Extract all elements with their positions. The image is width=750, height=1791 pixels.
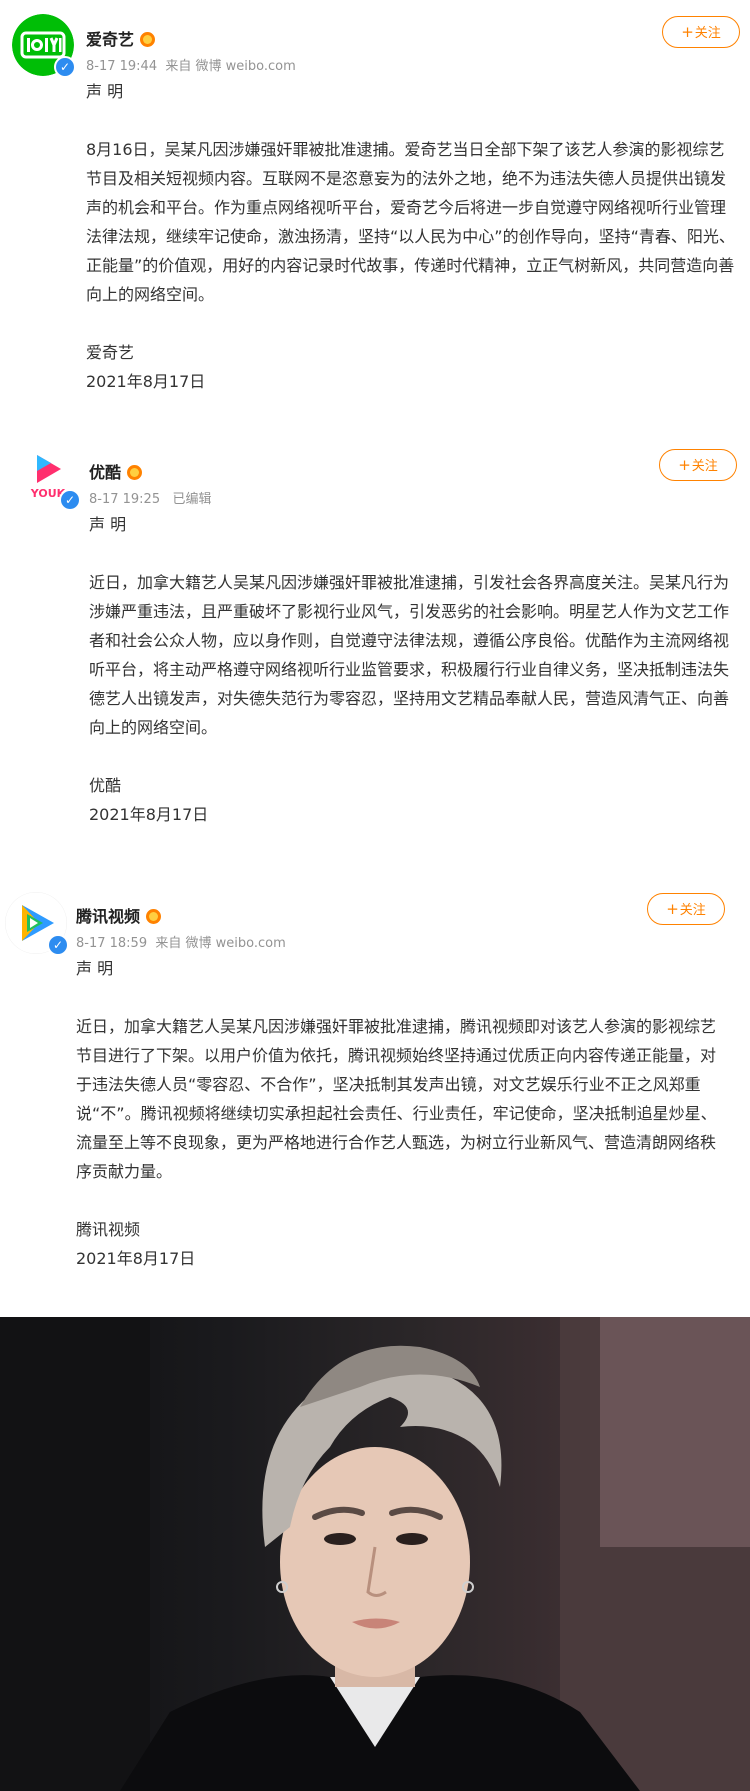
follow-label: 关注: [694, 26, 721, 41]
follow-label: 关注: [679, 903, 706, 918]
statement-date: 2021年8月17日: [89, 805, 209, 824]
statement-signature: 腾讯视频: [76, 1220, 141, 1239]
avatar-youku[interactable]: YOUK ✓: [17, 447, 81, 511]
author-name-text[interactable]: 腾讯视频: [76, 907, 140, 926]
follow-button[interactable]: +关注: [647, 893, 725, 925]
post-body: 声 明 近日，加拿大籍艺人吴某凡因涉嫌强奸罪被批准逮捕，腾讯视频即对该艺人参演的…: [76, 954, 730, 1273]
statement-date: 2021年8月17日: [76, 1249, 196, 1268]
post-meta: 8-17 18:59 来自 微博 weibo.com: [76, 932, 286, 951]
post-meta: 8-17 19:25 已编辑: [89, 488, 212, 507]
verified-badge-icon: ✓: [47, 934, 69, 956]
author-name[interactable]: 腾讯视频: [76, 903, 162, 927]
post-time[interactable]: 8-17 19:44: [86, 59, 157, 74]
plus-icon: +: [678, 456, 691, 474]
post-body: 声 明 8月16日，吴某凡因涉嫌强奸罪被批准逮捕。爱奇艺当日全部下架了该艺人参演…: [86, 77, 736, 396]
post-time[interactable]: 8-17 18:59: [76, 936, 147, 951]
follow-button[interactable]: +关注: [659, 449, 737, 481]
statement-paragraph: 近日，加拿大籍艺人吴某凡因涉嫌强奸罪被批准逮捕，腾讯视频即对该艺人参演的影视综艺…: [76, 1017, 717, 1181]
follow-label: 关注: [691, 459, 718, 474]
verified-badge-icon: ✓: [54, 56, 76, 78]
vip-crown-icon: [140, 32, 156, 47]
portrait-image: [0, 1317, 750, 1791]
statement-date: 2021年8月17日: [86, 372, 206, 391]
post-edited: 已编辑: [172, 492, 212, 507]
follow-button[interactable]: +关注: [662, 16, 740, 48]
statement-paragraph: 近日，加拿大籍艺人吴某凡因涉嫌强奸罪被批准逮捕，引发社会各界高度关注。吴某凡行为…: [89, 573, 730, 737]
statement-title: 声 明: [86, 82, 124, 101]
author-name-text[interactable]: 爱奇艺: [86, 30, 134, 49]
author-name[interactable]: 爱奇艺: [86, 26, 156, 50]
post-body: 声 明 近日，加拿大籍艺人吴某凡因涉嫌强奸罪被批准逮捕，引发社会各界高度关注。吴…: [89, 510, 739, 829]
post-source: 来自 微博 weibo.com: [155, 936, 286, 951]
plus-icon: +: [681, 23, 694, 41]
author-name[interactable]: 优酷: [89, 459, 143, 483]
statement-title: 声 明: [89, 515, 127, 534]
avatar-iqiyi[interactable]: ✓: [12, 14, 76, 78]
vip-crown-icon: [127, 465, 143, 480]
post-meta: 8-17 19:44 来自 微博 weibo.com: [86, 55, 296, 74]
statement-signature: 爱奇艺: [86, 343, 135, 362]
statement-paragraph: 8月16日，吴某凡因涉嫌强奸罪被批准逮捕。爱奇艺当日全部下架了该艺人参演的影视综…: [86, 140, 735, 304]
avatar-tencent-video[interactable]: ✓: [5, 892, 69, 956]
plus-icon: +: [666, 900, 679, 918]
post-photo[interactable]: [0, 1317, 750, 1791]
vip-crown-icon: [146, 909, 162, 924]
author-name-text[interactable]: 优酷: [89, 463, 121, 482]
verified-badge-icon: ✓: [59, 489, 81, 511]
statement-title: 声 明: [76, 959, 114, 978]
statement-signature: 优酷: [89, 776, 122, 795]
post-source: 来自 微博 weibo.com: [165, 59, 296, 74]
post-time[interactable]: 8-17 19:25: [89, 492, 160, 507]
